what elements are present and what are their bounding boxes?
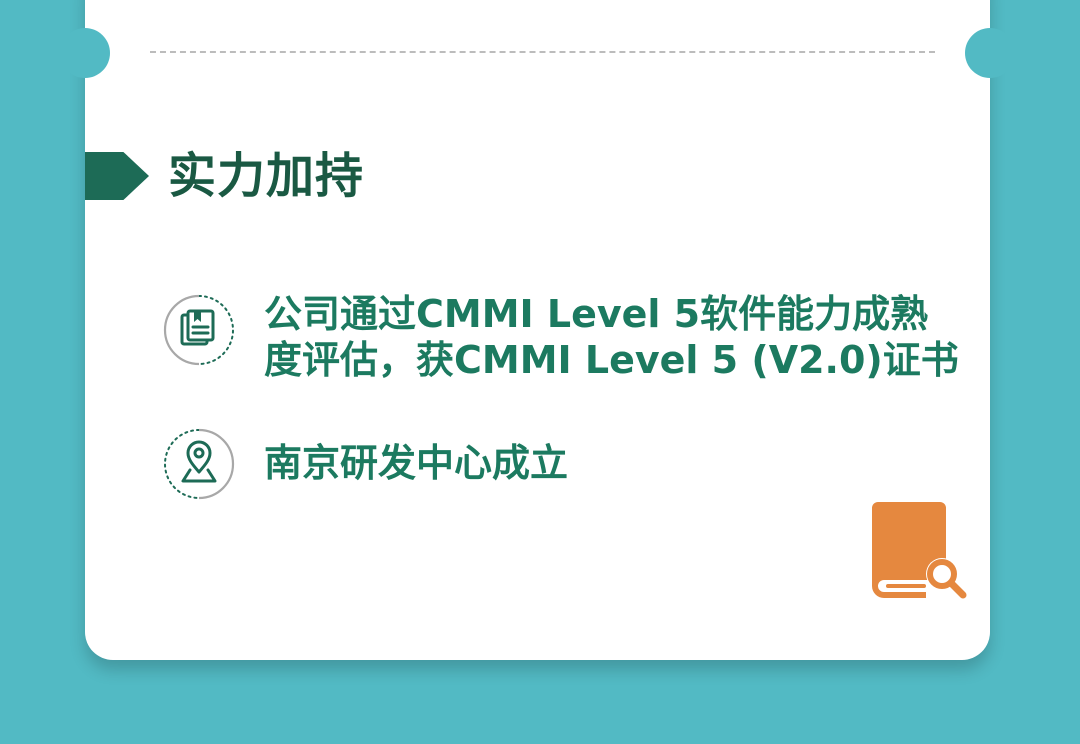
location-pin-icon <box>163 428 235 500</box>
milestone-cmmi-line-2: 度评估，获CMMI Level 5 (V2.0)证书 <box>264 338 959 382</box>
dashed-divider <box>150 51 935 53</box>
ticket-notch-right <box>965 28 1015 78</box>
milestone-nanjing: 南京研发中心成立 <box>264 440 568 486</box>
milestone-cmmi-line-1: 公司通过CMMI Level 5软件能力成熟 <box>264 292 929 336</box>
certificate-icon <box>163 294 235 366</box>
milestone-cmmi: 公司通过CMMI Level 5软件能力成熟 度评估，获CMMI Level 5… <box>264 291 959 383</box>
section-title: 实力加持 <box>168 148 365 204</box>
milestone-nanjing-line-1: 南京研发中心成立 <box>264 441 569 485</box>
book-search-icon <box>870 500 970 604</box>
ticket-notch-left <box>60 28 110 78</box>
